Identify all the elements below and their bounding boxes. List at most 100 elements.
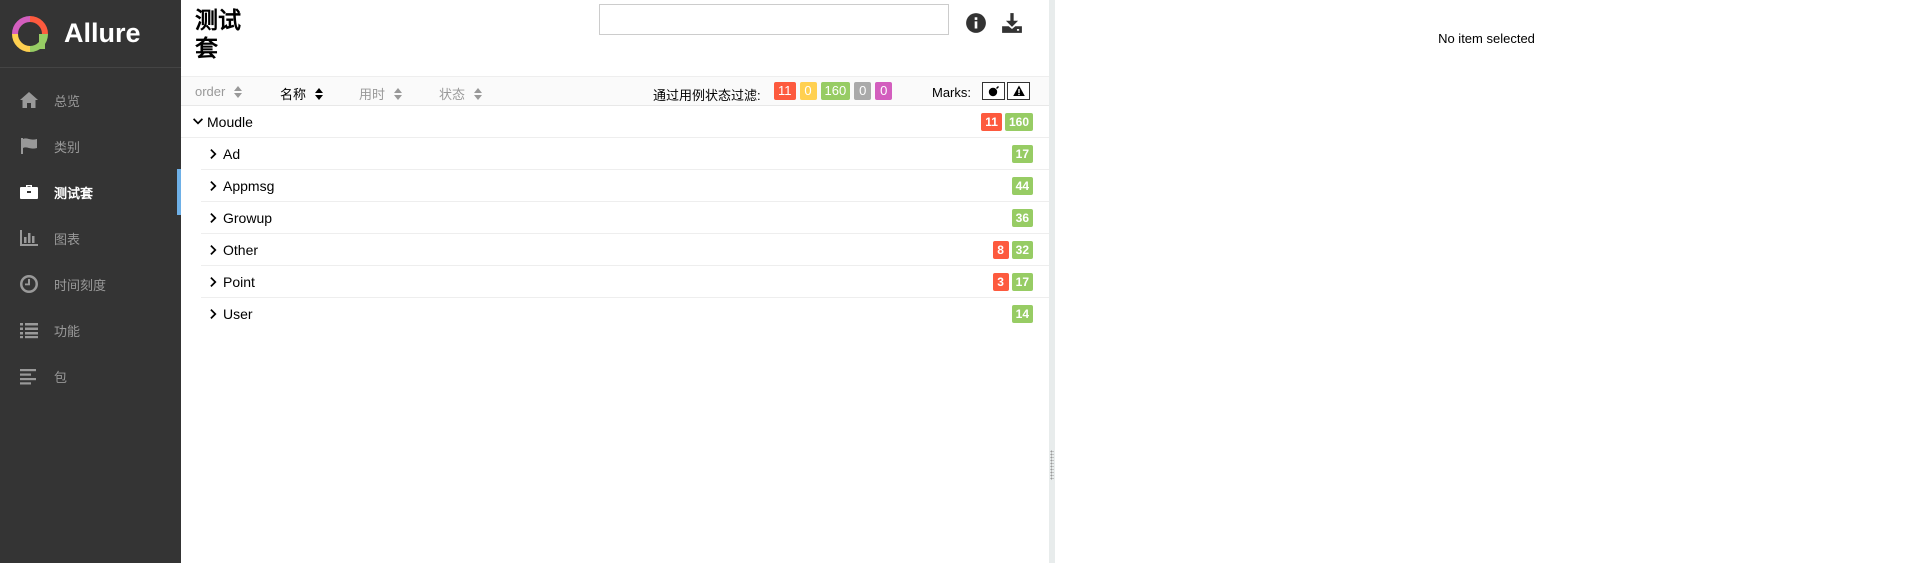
sort-icon [474,87,483,100]
tree-node-growup[interactable]: Growup 36 [201,202,1049,234]
details-pane: No item selected [1055,0,1918,563]
passed-count-badge: 36 [1011,209,1033,227]
sidebar-item-label: 类别 [54,139,81,155]
list-icon [18,319,40,341]
sort-icon [394,87,403,100]
info-icon [966,13,986,33]
node-stats: 36 [1011,209,1033,227]
mark-flaky-button[interactable] [982,82,1005,100]
brand[interactable]: Allure [0,0,181,68]
sidebar-item-overview[interactable]: 总览 [0,77,181,123]
node-stats: 3 17 [992,273,1033,291]
sidebar-item-behaviors[interactable]: 功能 [0,307,181,353]
node-stats: 44 [1011,177,1033,195]
no-selection-message: No item selected [1438,31,1535,46]
sidebar-nav: 总览 类别 测试套 图表 时间刻度 功能 包 [0,77,181,399]
sidebar-item-label: 时间刻度 [54,277,107,293]
clock-icon [18,273,40,295]
splitter-grip-icon [1050,450,1054,480]
sort-icon [234,85,243,98]
info-button[interactable] [963,10,989,36]
passed-count-badge: 17 [1011,273,1033,291]
flag-icon [18,135,40,157]
download-button[interactable] [999,10,1025,36]
tree-node-label: User [223,306,253,322]
filter-skipped[interactable]: 0 [854,82,872,100]
search-input[interactable] [599,4,949,35]
sidebar-item-timeline[interactable]: 时间刻度 [0,261,181,307]
sorter-label: 名称 [280,87,307,102]
chevron-down-icon [191,115,205,129]
passed-count-badge: 17 [1011,145,1033,163]
node-stats: 14 [1011,305,1033,323]
passed-count-badge: 44 [1011,177,1033,195]
sidebar-item-packages[interactable]: 包 [0,353,181,399]
tree-node-user[interactable]: User 14 [201,298,1049,330]
failed-count-badge: 3 [992,273,1009,291]
briefcase-icon [18,181,40,203]
sidebar-item-label: 功能 [54,323,81,339]
tree-node-label: Other [223,241,259,258]
tree-node-other[interactable]: Other 8 32 [201,234,1049,266]
sidebar-item-label: 包 [54,369,68,385]
tree-node-moudle[interactable]: Moudle 11 160 [181,106,1049,138]
tree-node-label: Appmsg [223,177,275,194]
chevron-right-icon [207,243,221,257]
sorter-label: 用时 [359,87,386,102]
node-stats: 8 32 [992,241,1033,259]
status-filter-label: 通过用例状态过滤: [653,88,761,103]
chevron-right-icon [207,211,221,225]
sort-name[interactable]: 名称 [280,84,324,103]
filter-failed[interactable]: 11 [774,82,796,100]
sidebar-item-label: 图表 [54,231,81,247]
bomb-icon [988,86,999,97]
sidebar-item-label: 测试套 [54,185,94,201]
tree-node-label: Ad [223,145,241,162]
tree-toolbar: order 名称 用时 状态 通过用例状态过滤: 11 0 160 0 0 Ma… [181,76,1049,106]
sort-status[interactable]: 状态 [439,84,483,103]
mark-new-failed-button[interactable] [1007,82,1030,100]
chevron-right-icon [207,147,221,161]
tree-node-label: Growup [223,209,273,226]
node-stats: 11 160 [981,113,1033,131]
tree-pane: 测试套 order 名称 用时 状态 通过用例状态过滤: 11 0 160 0 … [181,0,1049,563]
sort-duration[interactable]: 用时 [359,84,403,103]
marks-label: Marks: [932,85,971,100]
download-icon [1002,13,1022,33]
chevron-right-icon [207,275,221,289]
home-icon [18,89,40,111]
tree-node-point[interactable]: Point 3 17 [201,266,1049,298]
tree-node-appmsg[interactable]: Appmsg 44 [201,170,1049,202]
align-left-icon [18,365,40,387]
sorter-label: order [195,84,226,99]
sorter-label: 状态 [439,87,466,102]
sidebar-item-graphs[interactable]: 图表 [0,215,181,261]
page-title: 测试套 [195,7,241,61]
failed-count-badge: 11 [981,113,1002,131]
node-stats: 17 [1011,145,1033,163]
sidebar: Allure 总览 类别 测试套 图表 时间刻度 功能 包 [0,0,181,563]
tree-node-label: Moudle [207,113,253,130]
sidebar-item-categories[interactable]: 类别 [0,123,181,169]
bar-chart-icon [18,227,40,249]
filter-unknown[interactable]: 0 [875,82,893,100]
test-tree: Moudle 11 160 Ad 17 Appmsg 44 Growup 36 [181,106,1049,330]
passed-count-badge: 160 [1004,113,1033,131]
passed-count-badge: 32 [1011,241,1033,259]
chevron-right-icon [207,307,221,321]
sidebar-item-suites[interactable]: 测试套 [0,169,181,215]
pane-header: 测试套 [181,0,1049,76]
sort-icon [315,87,324,100]
sidebar-item-label: 总览 [54,93,81,109]
tree-node-label: Point [223,273,255,290]
passed-count-badge: 14 [1011,305,1033,323]
chevron-right-icon [207,179,221,193]
status-filters: 11 0 160 0 0 [774,82,893,100]
warning-icon [1012,85,1025,96]
allure-logo-icon [12,15,48,52]
brand-name: Allure [64,18,141,48]
tree-node-ad[interactable]: Ad 17 [201,138,1049,170]
sort-order[interactable]: order [195,84,243,99]
filter-broken[interactable]: 0 [799,82,817,100]
filter-passed[interactable]: 160 [820,82,851,100]
